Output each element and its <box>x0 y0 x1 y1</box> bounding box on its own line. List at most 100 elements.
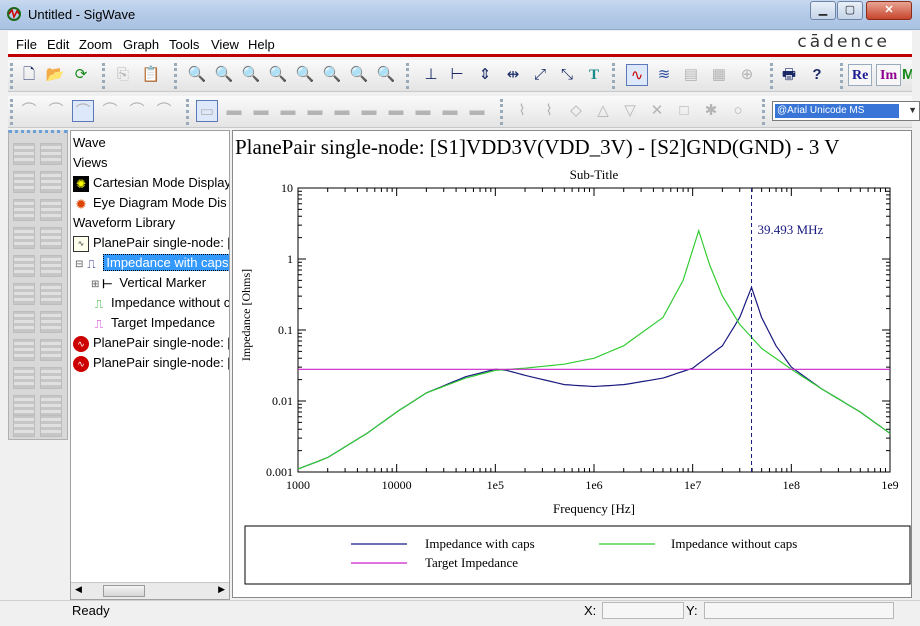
palette-tool-2[interactable] <box>40 143 62 165</box>
symbol-3-icon[interactable]: ◇ <box>565 100 587 122</box>
symbol-7-icon[interactable]: □ <box>673 100 695 122</box>
tree-item-planepair-1[interactable]: ∿ PlanePair single-node: [ <box>73 233 229 253</box>
zoom-out-icon[interactable]: 🔍 <box>267 64 289 86</box>
line-style-2-icon[interactable]: ⌒ <box>45 100 67 122</box>
minimize-button[interactable]: ▁ <box>810 1 836 20</box>
tree-item-impedance-without-caps[interactable]: ⎍ Impedance without c <box>91 293 229 313</box>
palette-tool-10[interactable] <box>40 255 62 277</box>
palette-tool-14[interactable] <box>40 311 62 333</box>
menu-help[interactable]: Help <box>248 37 275 52</box>
marker-center-icon[interactable]: ⇕ <box>474 64 496 86</box>
zoom-fit-icon[interactable]: 🔍 <box>186 64 208 86</box>
refresh-icon[interactable]: ⟳ <box>70 64 92 86</box>
help-pointer-icon[interactable]: ? <box>806 64 828 86</box>
menu-graph[interactable]: Graph <box>123 37 159 52</box>
histogram-view-icon[interactable]: ▤ <box>680 64 702 86</box>
font-select[interactable]: @Arial Unicode MS ▼ <box>772 101 920 121</box>
chevron-down-icon[interactable]: ▼ <box>908 105 917 115</box>
symbol-6-icon[interactable]: ✕ <box>646 100 668 122</box>
spectrum-view-icon[interactable]: ▦ <box>708 64 730 86</box>
palette-tool-22[interactable] <box>40 415 62 437</box>
symbol-8-icon[interactable]: ✱ <box>700 100 722 122</box>
palette-tool-13[interactable] <box>13 311 35 333</box>
palette-tool-12[interactable] <box>40 283 62 305</box>
line-width-1-icon[interactable]: ▭ <box>196 100 218 122</box>
scroll-left-icon[interactable]: ◀ <box>75 584 82 595</box>
eye-view-icon[interactable]: ≋ <box>653 64 675 86</box>
palette-tool-15[interactable] <box>13 339 35 361</box>
maximize-button[interactable]: ▢ <box>837 1 863 20</box>
line-width-3-icon[interactable]: ▬ <box>250 100 272 122</box>
palette-tool-19[interactable] <box>13 395 35 417</box>
new-file-icon[interactable]: 🗋 <box>18 64 40 86</box>
tree-item-planepair-2[interactable]: ∿ PlanePair single-node: [ <box>73 333 229 353</box>
palette-tool-16[interactable] <box>40 339 62 361</box>
zoom-x-icon[interactable]: 🔍 <box>321 64 343 86</box>
palette-tool-17[interactable] <box>13 367 35 389</box>
line-width-10-icon[interactable]: ▬ <box>439 100 461 122</box>
tree-item-eye-diagram[interactable]: ✹ Eye Diagram Mode Dis <box>73 193 227 213</box>
palette-tool-7[interactable] <box>13 227 35 249</box>
tree-horizontal-scrollbar[interactable]: ◀ ▶ <box>71 582 229 599</box>
line-style-4-icon[interactable]: ⌒ <box>99 100 121 122</box>
text-tool-icon[interactable]: T <box>583 64 605 86</box>
marker-left-icon[interactable]: ⊢ <box>446 64 468 86</box>
line-width-4-icon[interactable]: ▬ <box>277 100 299 122</box>
tree-item-planepair-3[interactable]: ∿ PlanePair single-node: [ <box>73 353 229 373</box>
menu-file[interactable]: File <box>16 37 37 52</box>
real-part-button[interactable]: Re <box>848 64 873 86</box>
line-width-5-icon[interactable]: ▬ <box>304 100 326 122</box>
symbol-9-icon[interactable]: ○ <box>727 100 749 122</box>
slope-marker-icon[interactable]: ⤡ <box>556 64 578 86</box>
menu-zoom[interactable]: Zoom <box>79 37 112 52</box>
symbol-4-icon[interactable]: △ <box>592 100 614 122</box>
expand-icon[interactable]: ⊞ <box>91 279 99 290</box>
magnitude-icon[interactable]: M <box>902 64 912 86</box>
tree-item-target-impedance[interactable]: ⎍ Target Impedance <box>91 313 215 333</box>
palette-tool-5[interactable] <box>13 199 35 221</box>
open-folder-icon[interactable]: 📂 <box>44 64 66 86</box>
close-button[interactable]: ✕ <box>866 1 912 20</box>
diagonal-arrow-icon[interactable]: ⤢ <box>529 64 551 86</box>
line-style-6-icon[interactable]: ⌒ <box>153 100 175 122</box>
palette-tool-11[interactable] <box>13 283 35 305</box>
palette-tool-8[interactable] <box>40 227 62 249</box>
tree-item-cartesian[interactable]: ✺ Cartesian Mode Display <box>73 173 229 193</box>
symbol-5-icon[interactable]: ▽ <box>619 100 641 122</box>
symbol-1-icon[interactable]: ⌇ <box>511 100 533 122</box>
marker-bottom-icon[interactable]: ⊥ <box>420 64 442 86</box>
scroll-right-icon[interactable]: ▶ <box>218 584 225 595</box>
menu-tools[interactable]: Tools <box>169 37 199 52</box>
scrollbar-thumb[interactable] <box>103 585 145 597</box>
zoom-12-icon[interactable]: 🔍 <box>348 64 370 86</box>
line-style-5-icon[interactable]: ⌒ <box>126 100 148 122</box>
imag-part-button[interactable]: Im <box>876 64 902 86</box>
line-width-7-icon[interactable]: ▬ <box>358 100 380 122</box>
zoom-window-icon[interactable]: 🔍 <box>213 64 235 86</box>
copy-icon[interactable]: ⎘ <box>112 64 134 86</box>
tree-item-impedance-with-caps[interactable]: ⊟ ⎍ Impedance with caps <box>75 253 229 273</box>
tree-item-views[interactable]: Views <box>73 153 107 173</box>
tree-item-waveform-library[interactable]: Waveform Library <box>73 213 175 233</box>
line-width-d-icon[interactable]: ▬ <box>466 100 488 122</box>
zoom-pan-icon[interactable]: 🔍 <box>375 64 397 86</box>
line-width-6-icon[interactable]: ▬ <box>331 100 353 122</box>
palette-tool-6[interactable] <box>40 199 62 221</box>
line-style-3-icon[interactable]: ⌒ <box>72 100 94 122</box>
polar-view-icon[interactable]: ⊕ <box>736 64 758 86</box>
palette-tool-4[interactable] <box>40 171 62 193</box>
line-width-9-icon[interactable]: ▬ <box>412 100 434 122</box>
palette-tool-18[interactable] <box>40 367 62 389</box>
print-icon[interactable]: 🖶 <box>778 64 800 86</box>
marker-split-icon[interactable]: ⇹ <box>502 64 524 86</box>
collapse-icon[interactable]: ⊟ <box>75 259 83 270</box>
palette-tool-1[interactable] <box>13 143 35 165</box>
palette-tool-21[interactable] <box>13 415 35 437</box>
zoom-in-icon[interactable]: 🔍 <box>240 64 262 86</box>
palette-tool-3[interactable] <box>13 171 35 193</box>
line-style-1-icon[interactable]: ⌒ <box>18 100 40 122</box>
line-width-8-icon[interactable]: ▬ <box>385 100 407 122</box>
plot-panel[interactable]: PlanePair single-node: [S1]VDD3V(VDD_3V)… <box>232 130 912 598</box>
tree-item-wave[interactable]: Wave <box>73 133 106 153</box>
palette-tool-20[interactable] <box>40 395 62 417</box>
